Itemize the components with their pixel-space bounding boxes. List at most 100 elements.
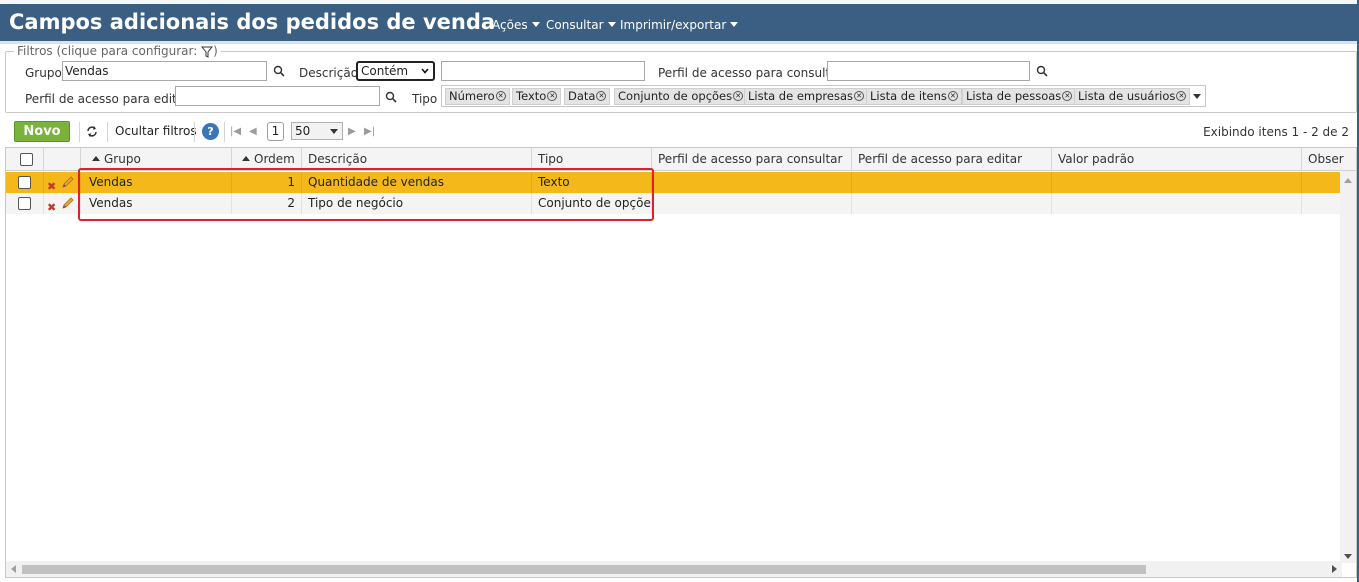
delete-x-icon[interactable]: ✖ xyxy=(47,176,56,193)
row-actions: ✖ xyxy=(44,193,81,214)
search-icon[interactable] xyxy=(385,91,397,103)
menu-consultar-label: Consultar xyxy=(546,18,604,32)
col-grupo[interactable]: Grupo xyxy=(81,148,232,171)
tipo-multiselect[interactable]: Número ✕ Texto ✕ Data ✕ Conjunto de opções ✕… xyxy=(441,85,1206,107)
tag-label: Data xyxy=(568,89,596,103)
perfil-consultar-input[interactable] xyxy=(827,61,1030,81)
chevron-down-icon xyxy=(421,68,429,74)
page-size-select[interactable]: 50 xyxy=(291,122,343,140)
remove-icon[interactable]: ✕ xyxy=(596,90,607,101)
tipo-tag: Lista de pessoas ✕ xyxy=(962,88,1077,105)
row-check-cell xyxy=(6,193,44,214)
perfil-editar-input[interactable] xyxy=(175,86,380,106)
table-row[interactable]: ✖ Vendas 1 Quantidade de vendas Texto xyxy=(6,172,1342,193)
cell-tipo: Texto xyxy=(532,172,652,193)
tipo-tag: Número ✕ xyxy=(445,88,510,105)
col-ordem[interactable]: Ordem xyxy=(232,148,302,171)
col-ordem-label: Ordem xyxy=(254,152,295,166)
menu-consultar[interactable]: Consultar xyxy=(546,18,616,32)
row-checkbox[interactable] xyxy=(18,176,31,189)
next-page-icon[interactable]: ▶ xyxy=(348,126,356,137)
cell-ordem: 2 xyxy=(232,193,302,214)
pencil-icon[interactable] xyxy=(61,175,75,189)
search-icon[interactable] xyxy=(1036,65,1048,77)
col-perfil-consultar[interactable]: Perfil de acesso para consultar xyxy=(652,148,852,171)
chevron-down-icon xyxy=(531,22,540,27)
tag-label: Número xyxy=(449,89,495,103)
row-check-cell xyxy=(6,172,44,193)
perfil-editar-label: Perfil de acesso para editar xyxy=(25,92,190,106)
cell-perfil-consultar xyxy=(652,193,852,214)
horizontal-scroll-thumb[interactable] xyxy=(22,565,1146,574)
app-header: Campos adicionais dos pedidos de venda A… xyxy=(0,0,1359,44)
col-descricao[interactable]: Descrição xyxy=(302,148,532,171)
col-valor-padrao[interactable]: Valor padrão xyxy=(1052,148,1302,171)
cell-valor-padrao xyxy=(1052,172,1302,193)
grid-toolbar: Novo Ocultar filtros ? |◀ ◀ 1 50 ▶ ▶| Ex… xyxy=(5,118,1357,145)
first-page-icon[interactable]: |◀ xyxy=(230,126,241,137)
divider xyxy=(194,122,195,142)
ocultar-filtros-button[interactable]: Ocultar filtros xyxy=(115,124,197,138)
menu-imprimir-label: Imprimir/exportar xyxy=(620,18,727,32)
grupo-label: Grupo xyxy=(25,66,62,80)
select-all-checkbox[interactable] xyxy=(20,153,33,166)
col-perfil-editar[interactable]: Perfil de acesso para editar xyxy=(852,148,1052,171)
tipo-tag: Conjunto de opções ✕ xyxy=(614,88,748,105)
page-number-input[interactable]: 1 xyxy=(267,122,284,141)
tipo-tag: Data ✕ xyxy=(564,88,611,105)
scroll-up-icon[interactable] xyxy=(1344,178,1352,183)
table-row[interactable]: ✖ Vendas 2 Tipo de negócio Conjunto de o… xyxy=(6,193,1342,214)
filters-legend[interactable]: Filtros (clique para configurar: ) xyxy=(14,44,221,58)
remove-icon[interactable]: ✕ xyxy=(854,90,864,101)
tag-label: Texto xyxy=(516,89,547,103)
select-all-cell xyxy=(6,148,44,171)
prev-page-icon[interactable]: ◀ xyxy=(249,126,257,137)
col-tipo[interactable]: Tipo xyxy=(532,148,652,171)
grid-header: Grupo Ordem Descrição Tipo Perfil de ace… xyxy=(6,148,1356,171)
horizontal-scrollbar[interactable] xyxy=(6,561,1342,577)
funnel-icon[interactable] xyxy=(201,46,214,58)
sort-asc-icon xyxy=(242,156,250,161)
divider xyxy=(79,122,80,142)
descricao-mode-select[interactable]: Contém xyxy=(356,61,435,81)
remove-icon[interactable]: ✕ xyxy=(947,90,958,101)
cell-descricao: Tipo de negócio xyxy=(302,193,532,214)
cell-tipo: Conjunto de opções xyxy=(532,193,652,214)
grupo-input[interactable]: Vendas xyxy=(62,61,267,81)
tipo-tag: Lista de usuários ✕ xyxy=(1074,88,1191,105)
search-icon[interactable] xyxy=(273,65,285,77)
cell-grupo: Vendas xyxy=(81,193,232,214)
remove-icon[interactable]: ✕ xyxy=(495,90,506,101)
scroll-left-icon[interactable] xyxy=(11,565,16,573)
col-observacao[interactable]: Obser xyxy=(1302,148,1356,171)
descricao-label: Descrição xyxy=(299,66,359,80)
scroll-down-icon[interactable] xyxy=(1344,554,1352,559)
cell-perfil-editar xyxy=(852,172,1052,193)
row-actions: ✖ xyxy=(44,172,81,193)
descricao-mode-value: Contém xyxy=(361,64,409,78)
remove-icon[interactable]: ✕ xyxy=(733,90,744,101)
row-checkbox[interactable] xyxy=(18,197,31,210)
help-icon[interactable]: ? xyxy=(202,123,219,140)
remove-icon[interactable]: ✕ xyxy=(547,90,558,101)
scroll-right-icon[interactable] xyxy=(1332,565,1337,573)
refresh-icon[interactable] xyxy=(85,125,99,138)
cell-observacao xyxy=(1302,193,1342,214)
cell-ordem: 1 xyxy=(232,172,302,193)
remove-icon[interactable]: ✕ xyxy=(1176,90,1187,101)
divider xyxy=(107,122,108,142)
pencil-icon[interactable] xyxy=(61,196,75,210)
vertical-scrollbar[interactable] xyxy=(1340,171,1356,563)
tag-label: Lista de usuários xyxy=(1078,89,1176,103)
menu-acoes[interactable]: Ações xyxy=(492,18,540,32)
chevron-down-icon[interactable] xyxy=(1193,94,1201,99)
remove-icon[interactable]: ✕ xyxy=(1062,90,1073,101)
page-title: Campos adicionais dos pedidos de venda xyxy=(9,10,496,34)
delete-x-icon[interactable]: ✖ xyxy=(47,197,56,214)
last-page-icon[interactable]: ▶| xyxy=(364,126,375,137)
tipo-label: Tipo xyxy=(412,92,438,106)
novo-button[interactable]: Novo xyxy=(14,121,70,142)
descricao-input[interactable] xyxy=(441,61,645,81)
chevron-down-icon xyxy=(607,22,616,27)
menu-imprimir-exportar[interactable]: Imprimir/exportar xyxy=(620,18,739,32)
